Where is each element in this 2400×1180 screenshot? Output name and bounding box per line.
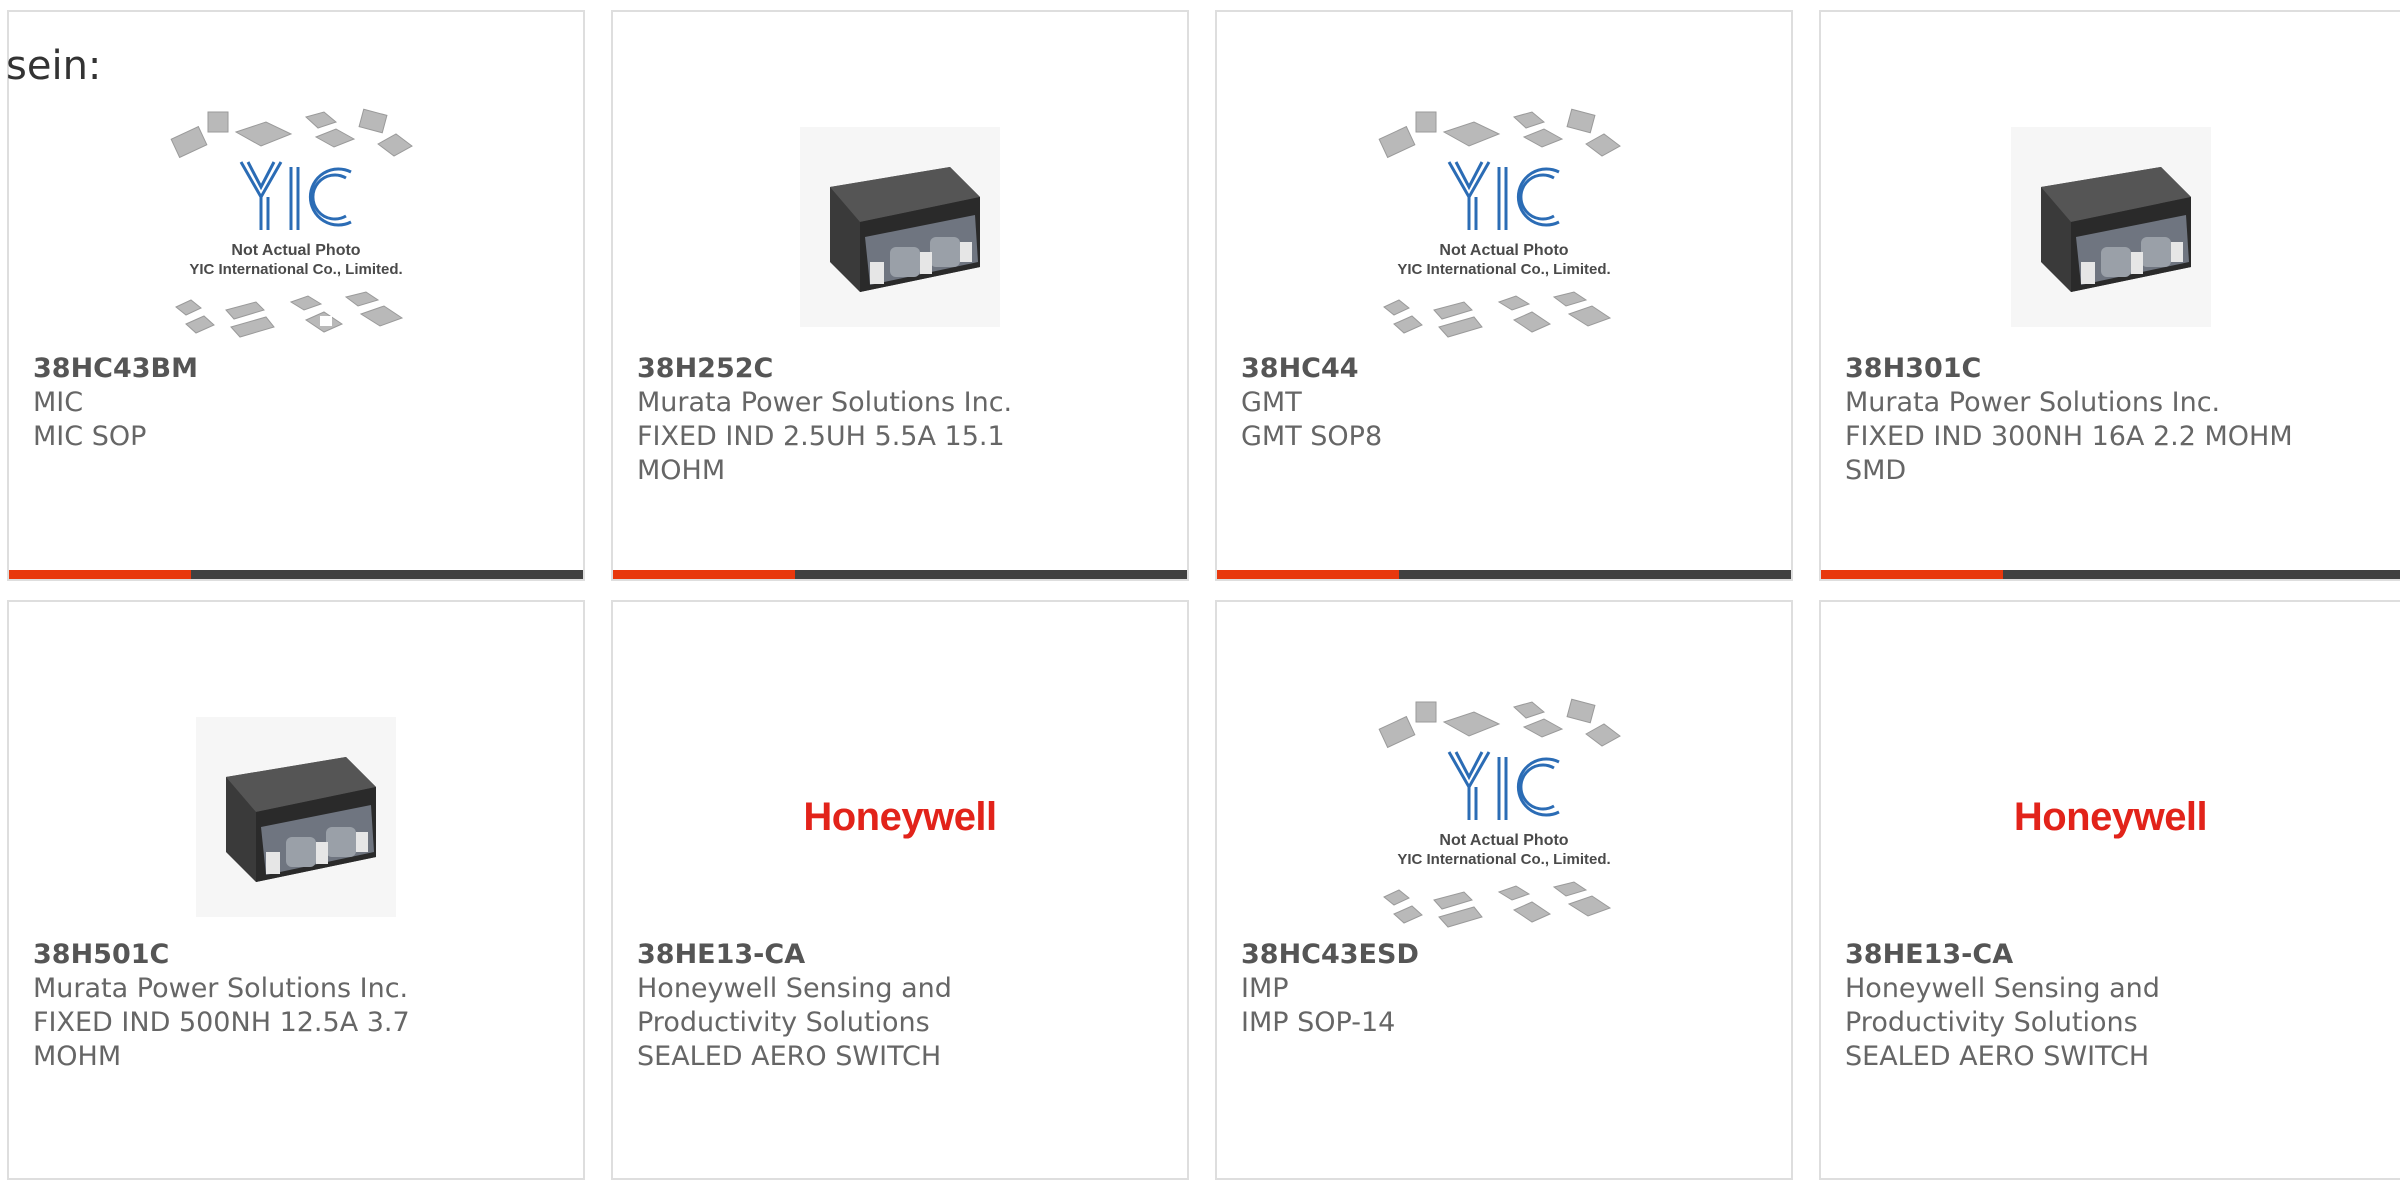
manufacturer: GMT [1241, 387, 1302, 418]
manufacturer: Murata Power Solutions Inc. [1845, 387, 2221, 418]
manufacturer: MIC [33, 387, 84, 418]
product-image[interactable]: Honeywell [1821, 682, 2400, 952]
product-image[interactable]: Not Actual Photo YIC International Co., … [1217, 682, 1791, 952]
description: FIXED IND 300NH 16A 2.2 MOHM [1845, 421, 2293, 452]
part-number[interactable]: 38HE13-CA [1845, 938, 2360, 972]
placeholder-line1: Not Actual Photo [1439, 832, 1568, 849]
description-cont: SMD [1845, 455, 1907, 486]
placeholder-line2: YIC International Co., Limited. [189, 261, 402, 278]
description: MIC SOP [33, 421, 147, 452]
manufacturer: Murata Power Solutions Inc. [33, 973, 409, 1004]
product-image[interactable] [1821, 92, 2400, 362]
manufacturer-cont: Productivity Solutions [637, 1007, 930, 1038]
card-bar-accent [9, 570, 191, 579]
product-image[interactable] [613, 92, 1187, 362]
description: SEALED AERO SWITCH [637, 1041, 942, 1072]
card-bar [9, 570, 583, 579]
description: FIXED IND 500NH 12.5A 3.7 [33, 1007, 410, 1038]
part-number[interactable]: 38H301C [1845, 352, 2360, 386]
product-image[interactable]: Not Actual Photo YIC International Co., … [1217, 92, 1791, 362]
card-bar [1821, 570, 2400, 579]
product-card[interactable]: 38H501C Murata Power Solutions Inc. FIXE… [7, 600, 585, 1180]
part-number[interactable]: 38HC43BM [33, 352, 543, 386]
card-bar-accent [613, 570, 795, 579]
inductor-icon [800, 127, 1000, 327]
placeholder-line1: Not Actual Photo [1439, 242, 1568, 259]
card-bar [1217, 570, 1791, 579]
product-card[interactable]: Not Actual Photo YIC International Co., … [1215, 10, 1793, 581]
product-card[interactable]: 38H252C Murata Power Solutions Inc. FIXE… [611, 10, 1189, 581]
honeywell-logo: Honeywell [803, 794, 997, 839]
manufacturer: Murata Power Solutions Inc. [637, 387, 1013, 418]
description: SEALED AERO SWITCH [1845, 1041, 2150, 1072]
description: IMP SOP-14 [1241, 1007, 1396, 1038]
part-number[interactable]: 38H501C [33, 938, 543, 972]
description: FIXED IND 2.5UH 5.5A 15.1 [637, 421, 1005, 452]
yic-placeholder-icon: Not Actual Photo YIC International Co., … [1378, 108, 1621, 338]
product-image[interactable] [9, 682, 583, 952]
description-cont: MOHM [637, 455, 726, 486]
honeywell-logo: Honeywell [2013, 794, 2208, 839]
manufacturer: IMP [1241, 973, 1289, 1004]
part-number[interactable]: 38HC43ESD [1241, 938, 1751, 972]
placeholder-line1: Not Actual Photo [231, 242, 360, 259]
manufacturer: Honeywell Sensing and [1845, 973, 2160, 1004]
part-number[interactable]: 38H252C [637, 352, 1147, 386]
product-card[interactable]: Honeywell 38HE13-CA Honeywell Sensing an… [1819, 600, 2400, 1180]
description: GMT SOP8 [1241, 421, 1383, 452]
description-cont: MOHM [33, 1041, 122, 1072]
yic-placeholder-icon: Not Actual Photo YIC International Co., … [170, 108, 413, 338]
product-card[interactable]: Not Actual Photo YIC International Co., … [1215, 600, 1793, 1180]
card-bar-accent [1821, 570, 2003, 579]
card-bar-accent [1217, 570, 1399, 579]
product-card[interactable]: Not Actual Photo YIC International Co., … [7, 10, 585, 581]
intro-text: sein: [6, 43, 102, 89]
placeholder-line2: YIC International Co., Limited. [1397, 851, 1610, 868]
card-bar [613, 570, 1187, 579]
placeholder-line2: YIC International Co., Limited. [1397, 261, 1610, 278]
inductor-icon [196, 717, 396, 917]
inductor-icon [2010, 127, 2211, 327]
manufacturer-cont: Productivity Solutions [1845, 1007, 2138, 1038]
manufacturer: Honeywell Sensing and [637, 973, 952, 1004]
product-image[interactable]: Not Actual Photo YIC International Co., … [9, 92, 583, 362]
yic-placeholder-icon: Not Actual Photo YIC International Co., … [1378, 698, 1621, 928]
product-card[interactable]: Honeywell 38HE13-CA Honeywell Sensing an… [611, 600, 1189, 1180]
product-image[interactable]: Honeywell [613, 682, 1187, 952]
part-number[interactable]: 38HE13-CA [637, 938, 1147, 972]
product-card[interactable]: 38H301C Murata Power Solutions Inc. FIXE… [1819, 10, 2400, 581]
part-number[interactable]: 38HC44 [1241, 352, 1751, 386]
